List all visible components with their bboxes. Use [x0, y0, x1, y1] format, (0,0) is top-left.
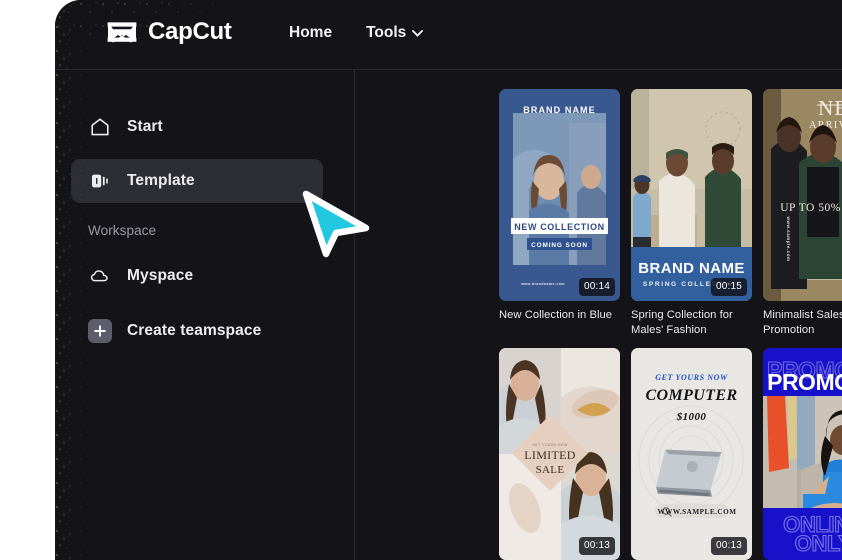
- cloud-icon: [88, 264, 112, 288]
- nav-link-home-label: Home: [289, 24, 333, 41]
- sidebar-item-start-label: Start: [127, 118, 163, 135]
- template-card[interactable]: BRAND NAME SPRING COLLECTION 00:15 Sprin…: [631, 89, 752, 338]
- duration-badge: 00:13: [578, 537, 615, 556]
- duration-badge: 00:13: [710, 537, 747, 556]
- template-gallery: BRAND NAME NEW COLLECTION COMING SOON ww…: [355, 70, 842, 560]
- svg-text:COMPUTER: COMPUTER: [645, 387, 737, 404]
- sidebar-item-create-teamspace[interactable]: Create teamspace: [71, 309, 323, 353]
- template-card[interactable]: BRAND NAME NEW COLLECTION COMING SOON ww…: [499, 89, 620, 338]
- svg-text:GET YOURS NOW: GET YOURS NOW: [532, 443, 568, 447]
- template-card[interactable]: GET YOURS NOW COMPUTER $1000 WWW.SAMPLE.…: [631, 348, 752, 560]
- template-thumbnail[interactable]: GET YOURS NOW LIMITED SALE 00:13: [499, 348, 620, 560]
- svg-text:ONLY: ONLY: [795, 531, 842, 556]
- template-thumbnail[interactable]: GET YOURS NOW COMPUTER $1000 WWW.SAMPLE.…: [631, 348, 752, 560]
- sidebar-item-start[interactable]: Start: [71, 105, 323, 149]
- template-card[interactable]: PROMOTE PROMOTE: [763, 348, 842, 560]
- plus-icon: [88, 319, 112, 343]
- capcut-logo-icon: [105, 18, 139, 46]
- sidebar-item-myspace-label: Myspace: [127, 267, 194, 284]
- template-card[interactable]: GET YOURS NOW LIMITED SALE 00:13: [499, 348, 620, 560]
- svg-text:NEW: NEW: [818, 96, 842, 120]
- svg-text:www.brandname.com: www.brandname.com: [520, 282, 565, 286]
- svg-text:WWW.SAMPLE.COM: WWW.SAMPLE.COM: [657, 508, 736, 516]
- capcut-app-window: CapCut Home Tools Start Template Workspa…: [55, 0, 842, 560]
- template-grid: BRAND NAME NEW COLLECTION COMING SOON ww…: [499, 89, 842, 560]
- template-thumbnail[interactable]: NEW ARRIVALS: [763, 89, 842, 301]
- duration-badge: 00:14: [578, 278, 615, 296]
- sidebar-item-template-label: Template: [127, 172, 195, 189]
- sidebar-item-create-teamspace-label: Create teamspace: [127, 322, 262, 339]
- template-icon: [88, 169, 112, 193]
- template-thumbnail[interactable]: BRAND NAME NEW COLLECTION COMING SOON ww…: [499, 89, 620, 301]
- sidebar-section-workspace: Workspace: [88, 223, 157, 238]
- template-title: Spring Collection for Males' Fashion: [631, 309, 733, 337]
- sidebar: Start Template Workspace Myspace Create …: [55, 70, 355, 560]
- svg-text:BRAND NAME: BRAND NAME: [638, 260, 745, 277]
- sidebar-item-template[interactable]: Template: [71, 159, 323, 203]
- home-icon: [88, 115, 112, 139]
- svg-text:UP TO 50% OFF: UP TO 50% OFF: [780, 202, 842, 214]
- svg-text:LIMITED: LIMITED: [524, 448, 575, 462]
- nav-link-tools[interactable]: Tools: [366, 24, 424, 42]
- chevron-down-icon: [412, 29, 424, 37]
- template-card[interactable]: NEW ARRIVALS: [763, 89, 842, 338]
- screenshot-root: CapCut Home Tools Start Template Workspa…: [0, 0, 842, 560]
- template-thumbnail[interactable]: BRAND NAME SPRING COLLECTION 00:15: [631, 89, 752, 301]
- nav-link-tools-label: Tools: [366, 24, 407, 41]
- template-title: New Collection in Blue: [499, 309, 613, 321]
- svg-text:www.sample.com: www.sample.com: [786, 215, 791, 261]
- template-thumbnail[interactable]: PROMOTE PROMOTE: [763, 348, 842, 560]
- app-header: CapCut Home Tools: [55, 0, 842, 70]
- nav-link-home[interactable]: Home: [289, 24, 332, 42]
- template-title: Minimalist Sales Promotion: [763, 309, 842, 337]
- brand[interactable]: CapCut: [105, 18, 232, 46]
- svg-text:SALE: SALE: [536, 464, 565, 476]
- svg-text:$1000: $1000: [676, 411, 707, 423]
- duration-badge: 00:15: [710, 278, 747, 296]
- svg-text:NEW COLLECTION: NEW COLLECTION: [514, 222, 604, 232]
- svg-text:BRAND NAME: BRAND NAME: [523, 105, 596, 115]
- svg-text:COMING SOON: COMING SOON: [531, 242, 588, 249]
- svg-text:GET YOURS NOW: GET YOURS NOW: [655, 373, 728, 382]
- brand-name: CapCut: [148, 18, 232, 45]
- primary-nav: Home Tools: [289, 24, 424, 42]
- svg-text:PROMOTE: PROMOTE: [767, 369, 842, 395]
- sidebar-item-myspace[interactable]: Myspace: [71, 254, 323, 298]
